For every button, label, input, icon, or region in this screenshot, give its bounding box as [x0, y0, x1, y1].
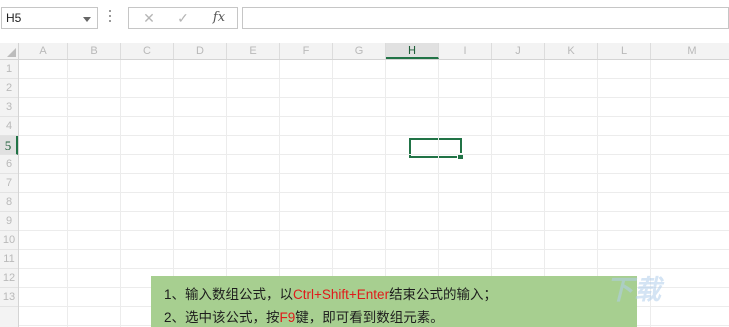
gridline-horizontal	[19, 135, 729, 136]
name-box[interactable]: H5	[1, 7, 98, 29]
gridline-horizontal	[19, 78, 729, 79]
select-all-triangle-icon[interactable]	[7, 48, 16, 57]
note-line-1-shortcut: Ctrl+Shift+Enter	[293, 287, 390, 302]
gridline-horizontal	[19, 230, 729, 231]
note-line-1-suffix: 结束公式的输入；	[389, 287, 498, 302]
formula-bar: H5 ✕ ✓ fx	[0, 0, 729, 39]
column-header-d[interactable]: D	[174, 43, 227, 59]
row-header-10[interactable]: 10	[0, 231, 18, 250]
gridline-horizontal	[19, 249, 729, 250]
select-all-button[interactable]	[0, 43, 19, 60]
note-line-2-key: F9	[279, 310, 296, 325]
column-header-j[interactable]: J	[492, 43, 545, 59]
enter-icon[interactable]: ✓	[171, 9, 195, 27]
note-line-1: 1、输入数组公式，以Ctrl+Shift+Enter结束公式的输入；	[164, 283, 497, 303]
note-line-2: 2、选中该公式，按F9键，即可看到数组元素。	[164, 306, 444, 326]
instruction-note: 1、输入数组公式，以Ctrl+Shift+Enter结束公式的输入； 2、选中该…	[151, 276, 637, 327]
row-header-13[interactable]: 13	[0, 288, 18, 307]
chevron-down-icon[interactable]	[83, 17, 91, 22]
gridline-horizontal	[19, 192, 729, 193]
drag-handle-icon[interactable]	[108, 10, 112, 26]
row-header-7[interactable]: 7	[0, 174, 18, 193]
column-header-i[interactable]: I	[439, 43, 492, 59]
row-header-6[interactable]: 6	[0, 155, 18, 174]
column-headers: ABCDEFGHIJKLM	[19, 43, 729, 60]
gridline-horizontal	[19, 116, 729, 117]
row-header-1[interactable]: 1	[0, 60, 18, 79]
row-header-5[interactable]: 5	[0, 136, 18, 155]
note-line-2-prefix: 2、选中该公式，按	[164, 310, 280, 325]
row-header-9[interactable]: 9	[0, 212, 18, 231]
insert-function-icon[interactable]: fx	[207, 9, 231, 27]
row-headers: 1 2 3 4 5 6 7 8 9 10 11 12 13	[0, 60, 19, 327]
selected-cell[interactable]	[409, 138, 464, 160]
name-box-value[interactable]: H5	[6, 11, 21, 25]
gridline-horizontal	[19, 173, 729, 174]
cancel-icon[interactable]: ✕	[137, 9, 161, 27]
column-header-m[interactable]: M	[651, 43, 729, 59]
note-line-2-suffix: 键，即可看到数组元素。	[295, 310, 444, 325]
formula-tools: ✕ ✓ fx	[128, 7, 238, 29]
formula-input[interactable]	[242, 7, 729, 29]
column-header-b[interactable]: B	[68, 43, 121, 59]
column-header-f[interactable]: F	[280, 43, 333, 59]
gridline-horizontal	[19, 154, 729, 155]
column-header-h[interactable]: H	[386, 43, 439, 59]
note-line-1-prefix: 1、输入数组公式，以	[164, 287, 294, 302]
column-header-k[interactable]: K	[545, 43, 598, 59]
row-header-4[interactable]: 4	[0, 117, 18, 136]
row-header-8[interactable]: 8	[0, 193, 18, 212]
row-header-11[interactable]: 11	[0, 250, 18, 269]
gridline-horizontal	[19, 211, 729, 212]
row-header-12[interactable]: 12	[0, 269, 18, 288]
column-header-e[interactable]: E	[227, 43, 280, 59]
column-header-c[interactable]: C	[121, 43, 174, 59]
column-header-l[interactable]: L	[598, 43, 651, 59]
column-header-a[interactable]: A	[19, 43, 68, 59]
watermark-logo: 下载	[606, 275, 662, 306]
row-header-3[interactable]: 3	[0, 98, 18, 117]
row-header-2[interactable]: 2	[0, 79, 18, 98]
column-header-g[interactable]: G	[333, 43, 386, 59]
gridline-horizontal	[19, 97, 729, 98]
